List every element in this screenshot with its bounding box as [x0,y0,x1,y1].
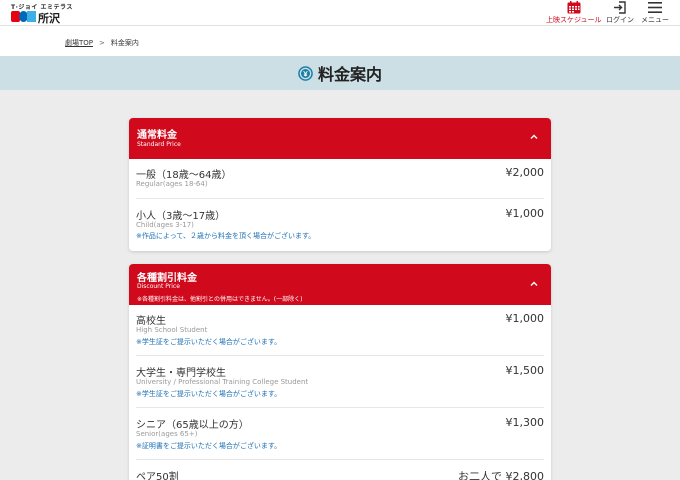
calendar-icon [567,1,581,14]
price-row-name: 小人（3歳～17歳） [136,211,226,222]
breadcrumb-current: 料金案内 [110,39,139,47]
row-divider [136,198,544,199]
price-row-english: University / Professional Training Colle… [136,378,309,386]
schedule-nav-button[interactable]: 上映スケジュール [546,1,602,25]
page-title-banner: 料金案内 [0,56,680,90]
price-row-name: 一般（18歳～64歳） [136,170,232,181]
price-row-amount: ¥1,500 [505,364,545,377]
price-row-note: ※証明書をご提示いただく場合がございます。 [136,442,282,450]
price-row-english: Regular(ages 18-64) [136,180,208,188]
section-note: ※各種割引料金は、他割引との併用はできません。(一部除く) [137,296,303,303]
standard-price-header[interactable]: 通常料金 Standard Price [129,118,551,159]
site-header: T·ジョイ エミテラス 所沢 上映スケジュール ログイン メニュー [0,0,680,26]
row-divider [136,407,544,408]
section-subtitle: Discount Price [137,283,180,290]
price-row-name: シニア（65歳以上の方） [136,420,249,431]
chevron-up-icon[interactable] [529,133,539,141]
logo-mark [11,11,37,22]
row-divider [136,355,544,356]
price-row-english: Senior(ages 65+) [136,430,198,438]
breadcrumb-separator: > [99,39,105,47]
price-row-amount: ¥1,300 [505,416,545,429]
discount-price-section: 各種割引料金 Discount Price ※各種割引料金は、他割引との併用はで… [129,264,551,480]
logo-theater-name: 所沢 [38,12,60,25]
breadcrumb: 劇場TOP > 料金案内 [0,26,680,56]
section-title: 各種割引料金 [137,273,197,284]
price-row-note: ※学生証をご提示いただく場合がございます。 [136,390,282,398]
discount-price-header[interactable]: 各種割引料金 Discount Price ※各種割引料金は、他割引との併用はで… [129,264,551,305]
login-icon [614,1,626,14]
row-divider [136,459,544,460]
section-title: 通常料金 [137,130,177,141]
price-row-english: High School Student [136,326,208,334]
price-row-amount: お二人で ¥2,800 [458,470,544,480]
menu-button[interactable]: メニュー [641,1,669,25]
price-row-english: Child(ages 3-17) [136,221,194,229]
standard-price-section: 通常料金 Standard Price 一般（18歳～64歳） Regular(… [129,118,551,251]
page-title: 料金案内 [317,65,382,84]
price-row-amount: ¥2,000 [505,166,545,179]
price-row-amount: ¥1,000 [505,207,545,220]
yen-coin-icon [298,65,313,81]
hamburger-menu-icon [648,2,662,13]
breadcrumb-home-link[interactable]: 劇場TOP [65,39,93,47]
site-logo[interactable]: T·ジョイ エミテラス 所沢 [8,2,72,25]
schedule-nav-label: 上映スケジュール [546,16,602,24]
price-row-note: ※作品によって、２歳から料金を頂く場合がございます。 [136,232,316,240]
price-row-name: ペア50割 [136,472,179,480]
login-button[interactable]: ログイン [606,1,634,25]
price-row-name: 大学生・専門学校生 [136,368,226,379]
section-subtitle: Standard Price [137,141,181,148]
price-row-amount: ¥1,000 [505,312,545,325]
chevron-up-icon[interactable] [529,280,539,288]
price-row-note: ※学生証をご提示いただく場合がございます。 [136,338,282,346]
login-label: ログイン [606,16,634,24]
price-row-name: 高校生 [136,316,166,327]
menu-label: メニュー [641,16,669,24]
